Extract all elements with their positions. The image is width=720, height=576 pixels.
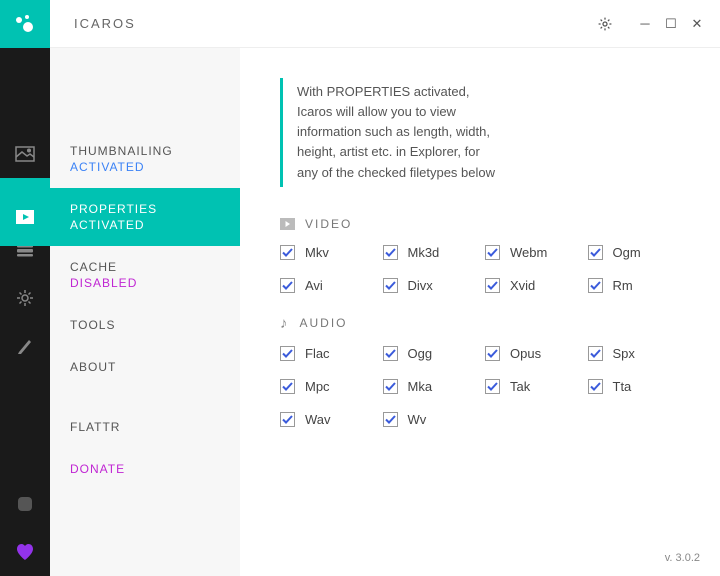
nav-label: FLATTR — [70, 420, 220, 434]
music-note-icon: ♪ — [280, 315, 290, 332]
rail-flattr-icon[interactable] — [0, 480, 50, 528]
filetype-label: Ogg — [408, 346, 433, 361]
filetype-label: Xvid — [510, 278, 535, 293]
filetype-checkbox-opus[interactable]: Opus — [485, 346, 578, 361]
app-title: ICAROS — [74, 16, 592, 31]
nav-properties[interactable]: PROPERTIES ACTIVATED — [0, 188, 240, 246]
filetype-checkbox-wav[interactable]: Wav — [280, 412, 373, 427]
filetype-label: Mka — [408, 379, 433, 394]
video-filetype-grid: Mkv Mk3d Webm Ogm Avi Divx Xvid Rm — [280, 245, 680, 293]
nav-about[interactable]: ABOUT — [50, 346, 240, 388]
nav-label: PROPERTIES — [70, 202, 157, 216]
nav-status: ACTIVATED — [70, 218, 157, 232]
nav-donate[interactable]: DONATE — [50, 448, 240, 490]
filetype-label: Rm — [613, 278, 633, 293]
checkmark-icon — [383, 245, 398, 260]
section-header-audio: ♪ AUDIO — [280, 315, 680, 332]
minimize-button[interactable]: ─ — [632, 11, 658, 37]
checkmark-icon — [485, 245, 500, 260]
checkmark-icon — [485, 346, 500, 361]
checkmark-icon — [280, 245, 295, 260]
checkmark-icon — [588, 245, 603, 260]
video-icon — [280, 218, 295, 230]
nav-label: CACHE — [70, 260, 220, 274]
filetype-checkbox-webm[interactable]: Webm — [485, 245, 578, 260]
filetype-checkbox-mkv[interactable]: Mkv — [280, 245, 373, 260]
rail-about-icon[interactable] — [0, 322, 50, 370]
play-icon — [0, 188, 50, 246]
filetype-label: Flac — [305, 346, 330, 361]
checkmark-icon — [280, 412, 295, 427]
nav-flattr[interactable]: FLATTR — [50, 406, 240, 448]
filetype-checkbox-ogm[interactable]: Ogm — [588, 245, 681, 260]
close-button[interactable]: ✕ — [684, 11, 710, 37]
filetype-label: Spx — [613, 346, 635, 361]
filetype-label: Tak — [510, 379, 530, 394]
app-logo-icon — [0, 0, 50, 48]
filetype-label: Divx — [408, 278, 433, 293]
rail-tools-icon[interactable] — [0, 274, 50, 322]
filetype-label: Ogm — [613, 245, 641, 260]
checkmark-icon — [280, 346, 295, 361]
section-label: VIDEO — [305, 217, 352, 231]
filetype-label: Mpc — [305, 379, 330, 394]
section-header-video: VIDEO — [280, 217, 680, 231]
checkmark-icon — [383, 346, 398, 361]
description-text: With PROPERTIES activated, Icaros will a… — [280, 78, 500, 187]
icon-rail — [0, 0, 50, 576]
checkmark-icon — [383, 412, 398, 427]
filetype-label: Tta — [613, 379, 632, 394]
nav-status: ACTIVATED — [70, 160, 220, 174]
nav-tools[interactable]: TOOLS — [50, 304, 240, 346]
nav-label: DONATE — [70, 462, 220, 476]
version-label: v. 3.0.2 — [665, 552, 700, 564]
nav-label: THUMBNAILING — [70, 144, 220, 158]
titlebar: ICAROS ─ ☐ ✕ — [50, 0, 720, 48]
checkmark-icon — [588, 346, 603, 361]
audio-filetype-grid: Flac Ogg Opus Spx Mpc Mka Tak Tta Wav Wv — [280, 346, 680, 427]
nav-thumbnailing[interactable]: THUMBNAILING ACTIVATED — [50, 130, 240, 188]
nav-status: DISABLED — [70, 276, 220, 290]
filetype-label: Wav — [305, 412, 331, 427]
filetype-label: Opus — [510, 346, 541, 361]
filetype-checkbox-tta[interactable]: Tta — [588, 379, 681, 394]
sidebar: THUMBNAILING ACTIVATED PROPERTIES ACTIVA… — [50, 0, 240, 576]
content-pane: With PROPERTIES activated, Icaros will a… — [240, 0, 720, 576]
section-label: AUDIO — [300, 316, 348, 330]
checkmark-icon — [280, 278, 295, 293]
filetype-checkbox-tak[interactable]: Tak — [485, 379, 578, 394]
checkmark-icon — [588, 278, 603, 293]
filetype-label: Mk3d — [408, 245, 440, 260]
rail-thumbnailing-icon[interactable] — [0, 130, 50, 178]
rail-donate-icon[interactable] — [0, 528, 50, 576]
nav-cache[interactable]: CACHE DISABLED — [50, 246, 240, 304]
filetype-checkbox-wv[interactable]: Wv — [383, 412, 476, 427]
filetype-checkbox-xvid[interactable]: Xvid — [485, 278, 578, 293]
checkmark-icon — [485, 278, 500, 293]
checkmark-icon — [485, 379, 500, 394]
checkmark-icon — [383, 379, 398, 394]
checkmark-icon — [383, 278, 398, 293]
filetype-checkbox-spx[interactable]: Spx — [588, 346, 681, 361]
filetype-checkbox-mk3d[interactable]: Mk3d — [383, 245, 476, 260]
filetype-checkbox-avi[interactable]: Avi — [280, 278, 373, 293]
filetype-checkbox-mpc[interactable]: Mpc — [280, 379, 373, 394]
nav-label: ABOUT — [70, 360, 220, 374]
filetype-checkbox-divx[interactable]: Divx — [383, 278, 476, 293]
filetype-checkbox-rm[interactable]: Rm — [588, 278, 681, 293]
checkmark-icon — [588, 379, 603, 394]
filetype-label: Avi — [305, 278, 323, 293]
filetype-checkbox-flac[interactable]: Flac — [280, 346, 373, 361]
filetype-checkbox-ogg[interactable]: Ogg — [383, 346, 476, 361]
filetype-label: Webm — [510, 245, 547, 260]
checkmark-icon — [280, 379, 295, 394]
filetype-label: Mkv — [305, 245, 329, 260]
filetype-label: Wv — [408, 412, 427, 427]
filetype-checkbox-mka[interactable]: Mka — [383, 379, 476, 394]
nav-label: TOOLS — [70, 318, 220, 332]
maximize-button[interactable]: ☐ — [658, 11, 684, 37]
settings-button[interactable] — [592, 11, 618, 37]
